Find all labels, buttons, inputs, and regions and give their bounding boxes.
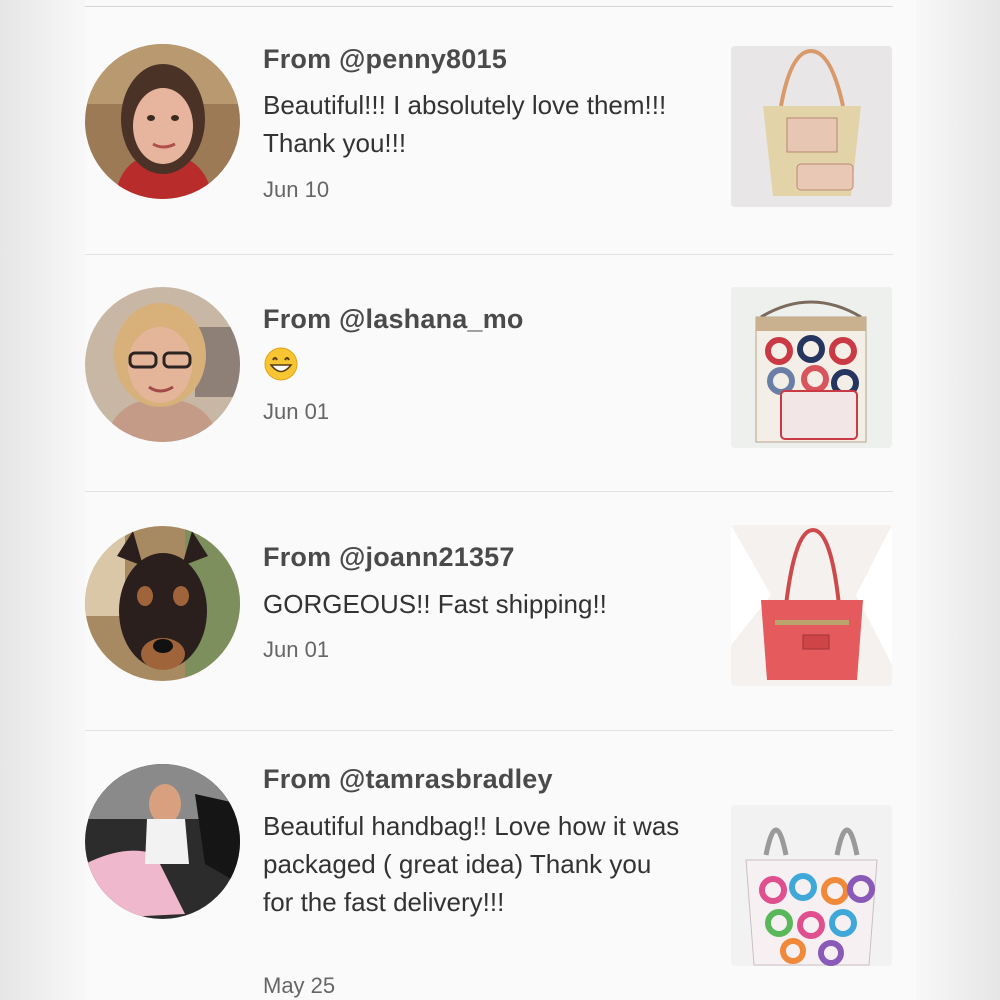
user-photo-icon [85, 44, 240, 199]
review-date: Jun 01 [263, 399, 330, 424]
product-photo-icon [731, 805, 892, 966]
top-divider [85, 6, 893, 7]
product-photo-icon [731, 525, 892, 686]
product-thumbnail[interactable] [731, 805, 892, 966]
review-date: Jun 10 [263, 177, 330, 202]
avatar[interactable] [85, 526, 240, 681]
review-message: Beautiful handbag!! Love how it was pack… [263, 811, 680, 917]
reviewer-name[interactable]: From @penny8015 [263, 44, 507, 75]
product-thumbnail[interactable] [731, 46, 892, 207]
review-divider [85, 730, 893, 731]
user-photo-icon [85, 526, 240, 681]
review-divider [85, 254, 893, 255]
avatar[interactable] [85, 287, 240, 442]
product-thumbnail[interactable] [731, 525, 892, 686]
review-date: Jun 01 [263, 637, 330, 662]
review-divider [85, 491, 893, 492]
reviews-list: From @penny8015 Beautiful!!! I absolutel… [85, 0, 916, 1000]
avatar[interactable] [85, 764, 240, 919]
product-photo-icon [731, 287, 892, 448]
review-message: Beautiful!!! I absolutely love them!!! T… [263, 90, 667, 158]
review-message: GORGEOUS!! Fast shipping!! [263, 589, 607, 619]
user-photo-icon [85, 764, 240, 919]
reviewer-name[interactable]: From @tamrasbradley [263, 764, 553, 795]
product-photo-icon [731, 46, 892, 207]
avatar[interactable] [85, 44, 240, 199]
product-thumbnail[interactable] [731, 287, 892, 448]
user-photo-icon [85, 287, 240, 442]
review-message: 😁 [263, 346, 693, 392]
reviewer-name[interactable]: From @lashana_mo [263, 304, 524, 335]
reviewer-name[interactable]: From @joann21357 [263, 542, 515, 573]
review-date: May 25 [263, 973, 336, 998]
